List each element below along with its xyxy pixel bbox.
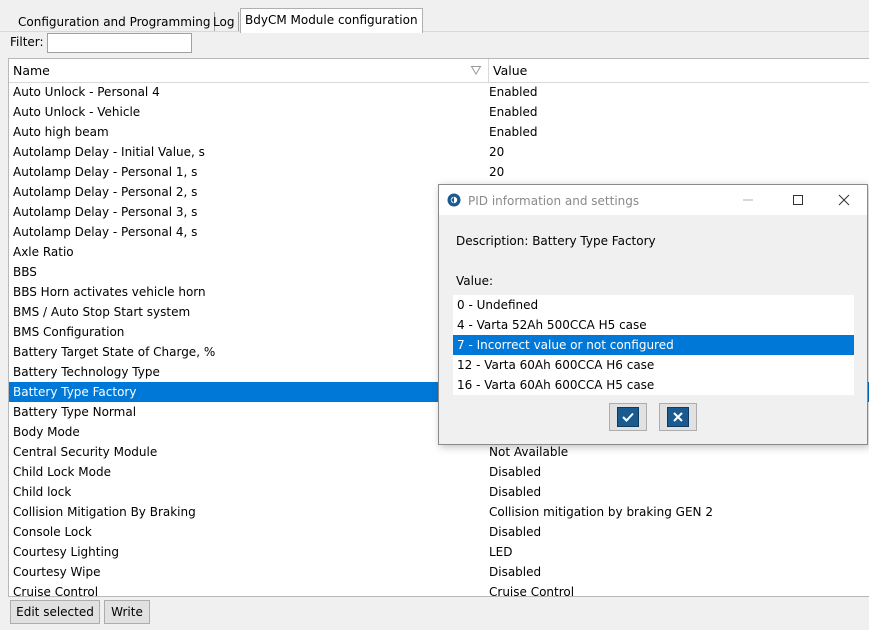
row-name: Battery Type Normal [13, 405, 137, 419]
table-row[interactable]: Console Lock Disabled [9, 522, 869, 542]
dialog-description: Description: Battery Type Factory [456, 234, 656, 248]
row-name: Axle Ratio [13, 245, 74, 259]
maximize-icon [793, 195, 803, 205]
table-row[interactable]: Autolamp Delay - Initial Value, s 20 [9, 142, 869, 162]
row-name: Battery Target State of Charge, % [13, 345, 216, 359]
row-value: Disabled [489, 485, 542, 499]
row-value: Collision mitigation by braking GEN 2 [489, 505, 713, 519]
row-value: Not Available [489, 445, 569, 459]
row-value: Disabled [489, 525, 542, 539]
list-item[interactable]: 16 - Varta 60Ah 600CCA H5 case [453, 375, 854, 395]
row-name: BBS [13, 265, 37, 279]
row-name: Child lock [13, 485, 72, 499]
row-name: Battery Technology Type [13, 365, 160, 379]
row-name: Autolamp Delay - Personal 4, s [13, 225, 198, 239]
row-value: LED [489, 545, 513, 559]
row-name: Auto Unlock - Vehicle [13, 105, 141, 119]
checkmark-icon [617, 407, 639, 427]
minimize-icon [743, 199, 753, 201]
column-header-name[interactable]: Name [9, 59, 489, 82]
row-name: Battery Type Factory [13, 385, 137, 399]
app-icon [447, 193, 461, 207]
row-name: Collision Mitigation By Braking [13, 505, 196, 519]
table-row[interactable]: Auto high beam Enabled [9, 122, 869, 142]
minimize-button[interactable] [725, 185, 771, 215]
row-value: 20 [489, 145, 505, 159]
row-name: Autolamp Delay - Initial Value, s [13, 145, 205, 159]
row-value: Enabled [489, 85, 538, 99]
row-name: Cruise Control [13, 585, 99, 597]
row-name: Auto Unlock - Personal 4 [13, 85, 160, 99]
cancel-button[interactable] [659, 403, 697, 431]
tab-log[interactable]: Log [209, 12, 240, 32]
row-name: Body Mode [13, 425, 80, 439]
row-value: Enabled [489, 105, 538, 119]
row-name: BMS Configuration [13, 325, 125, 339]
column-header-value[interactable]: Value [489, 59, 869, 82]
row-name: Autolamp Delay - Personal 3, s [13, 205, 198, 219]
pid-dialog: PID information and settings Description… [438, 184, 868, 445]
table-row[interactable]: Child lock Disabled [9, 482, 869, 502]
row-value: Cruise Control [489, 585, 575, 597]
tab-strip: Configuration and Programming Log BdyCM … [0, 0, 869, 33]
close-icon [838, 194, 850, 206]
tab-bdycm-module-configuration[interactable]: BdyCM Module configuration [240, 8, 423, 33]
row-name: Autolamp Delay - Personal 2, s [13, 185, 198, 199]
table-row[interactable]: Child Lock Mode Disabled [9, 462, 869, 482]
filter-input[interactable] [47, 33, 192, 53]
row-name: Courtesy Wipe [13, 565, 101, 579]
row-name: Autolamp Delay - Personal 1, s [13, 165, 198, 179]
row-value: 20 [489, 165, 505, 179]
value-listbox[interactable]: 0 - Undefined 4 - Varta 52Ah 500CCA H5 ca… [453, 295, 854, 395]
table-row[interactable]: Auto Unlock - Vehicle Enabled [9, 102, 869, 122]
row-name: Central Security Module [13, 445, 158, 459]
row-name: BMS / Auto Stop Start system [13, 305, 191, 319]
row-name: BBS Horn activates vehicle horn [13, 285, 206, 299]
tab-configuration-and-programming[interactable]: Configuration and Programming [14, 12, 216, 32]
maximize-button[interactable] [775, 185, 821, 215]
table-row[interactable]: Cruise Control Cruise Control [9, 582, 869, 597]
dialog-titlebar[interactable]: PID information and settings [439, 185, 867, 215]
table-row[interactable]: Autolamp Delay - Personal 1, s 20 [9, 162, 869, 182]
table-row[interactable]: Courtesy Wipe Disabled [9, 562, 869, 582]
value-label: Value: [456, 274, 493, 288]
row-name: Auto high beam [13, 125, 109, 139]
edit-selected-button[interactable]: Edit selected [10, 600, 100, 624]
row-name: Child Lock Mode [13, 465, 111, 479]
table-header: Name Value [9, 59, 869, 83]
list-item[interactable]: 4 - Varta 52Ah 500CCA H5 case [453, 315, 854, 335]
row-value: Disabled [489, 465, 542, 479]
list-item[interactable]: 7 - Incorrect value or not configured [453, 335, 854, 355]
write-button[interactable]: Write [104, 600, 150, 624]
sort-icon[interactable] [470, 64, 482, 76]
x-icon [667, 407, 689, 427]
ok-button[interactable] [609, 403, 647, 431]
list-item[interactable]: 0 - Undefined [453, 295, 854, 315]
close-button[interactable] [821, 185, 867, 215]
filter-label: Filter: [10, 35, 44, 49]
table-row[interactable]: Collision Mitigation By Braking Collision… [9, 502, 869, 522]
dialog-title: PID information and settings [468, 194, 640, 208]
table-row[interactable]: Courtesy Lighting LED [9, 542, 869, 562]
row-value: Enabled [489, 125, 538, 139]
table-row[interactable]: Auto Unlock - Personal 4 Enabled [9, 82, 869, 102]
row-name: Console Lock [13, 525, 92, 539]
table-row[interactable]: Central Security Module Not Available [9, 442, 869, 462]
row-name: Courtesy Lighting [13, 545, 120, 559]
row-value: Disabled [489, 565, 542, 579]
list-item[interactable]: 12 - Varta 60Ah 600CCA H6 case [453, 355, 854, 375]
